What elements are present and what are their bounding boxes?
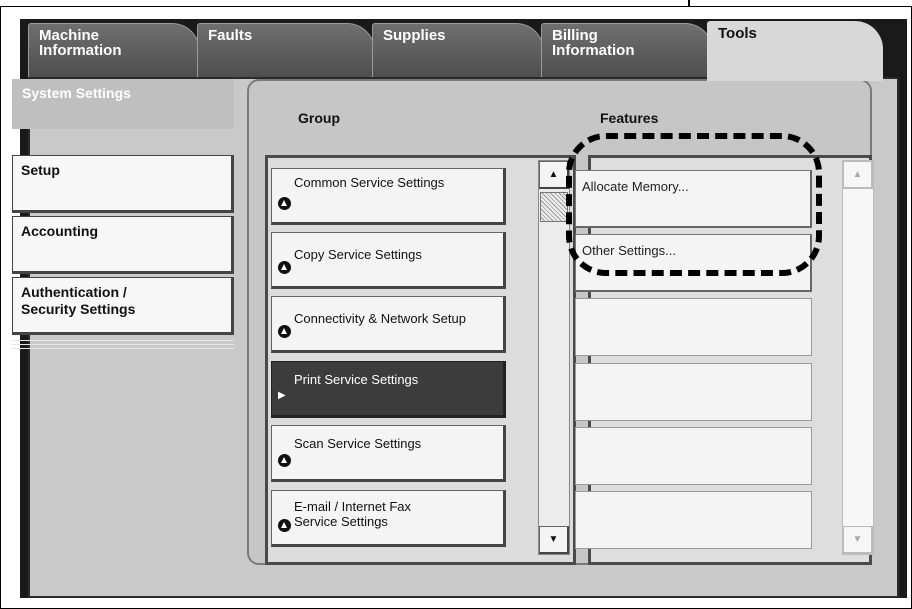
group-item-label: Connectivity & Network Setup <box>294 311 466 326</box>
tab-label-line: Supplies <box>383 27 446 44</box>
right-arrow-icon: ▶ <box>278 390 286 401</box>
group-item-email-internet-fax-settings[interactable]: E-mail / Internet Fax Service Settings <box>271 490 506 547</box>
group-item-label: E-mail / Internet Fax <box>294 499 412 514</box>
feature-item-empty <box>575 427 812 485</box>
tab-label-line: Tools <box>718 25 757 42</box>
group-item-label: Print Service Settings <box>294 372 419 387</box>
tab-machine-information[interactable]: Machine Information <box>28 23 200 79</box>
feature-item-empty <box>575 298 812 356</box>
sidebar-divider <box>12 348 234 349</box>
tab-label-line: Machine <box>39 27 100 44</box>
up-triangle-circle-icon <box>278 261 291 274</box>
features-scroll-down-button: ▼ <box>843 526 873 554</box>
group-item-label: Service Settings <box>294 514 388 529</box>
top-tick <box>688 0 690 7</box>
tab-label-line: Billing <box>552 27 598 44</box>
sidebar-header: System Settings <box>12 79 234 129</box>
group-item-label: Scan Service Settings <box>294 436 422 451</box>
group-scroll-thumb[interactable] <box>540 192 568 222</box>
up-arrow-icon: ▲ <box>548 169 559 180</box>
sidebar-item-label: Accounting <box>21 223 98 239</box>
features-column-title: Features <box>600 110 659 126</box>
tab-billing-information[interactable]: Billing Information <box>541 23 713 79</box>
tab-faults[interactable]: Faults <box>197 23 375 79</box>
tab-label-line: Information <box>552 42 635 59</box>
group-scroll-down-button[interactable]: ▼ <box>539 526 569 554</box>
feature-item-empty <box>575 491 812 549</box>
down-arrow-icon: ▼ <box>852 534 863 545</box>
group-item-print-service-settings[interactable]: ▶ Print Service Settings <box>271 361 506 418</box>
tab-tools[interactable]: Tools <box>707 21 883 81</box>
feature-item-label: Other Settings... <box>582 243 676 258</box>
features-scrollbar <box>842 160 874 555</box>
up-arrow-icon: ▲ <box>852 169 863 180</box>
sidebar-divider <box>12 340 234 341</box>
tab-supplies[interactable]: Supplies <box>372 23 544 79</box>
sidebar-item-label: Setup <box>21 162 60 178</box>
group-item-common-service-settings[interactable]: Common Service Settings <box>271 168 506 225</box>
up-triangle-circle-icon <box>278 325 291 338</box>
down-arrow-icon: ▼ <box>548 534 559 545</box>
sidebar-item-label: Authentication / <box>21 284 127 300</box>
group-item-copy-service-settings[interactable]: Copy Service Settings <box>271 232 506 289</box>
sidebar-item-accounting[interactable]: Accounting <box>12 216 234 274</box>
sidebar-item-setup[interactable]: Setup <box>12 155 234 213</box>
top-border <box>0 0 912 7</box>
group-item-label: Copy Service Settings <box>294 247 422 262</box>
group-column-title: Group <box>298 110 340 126</box>
up-triangle-circle-icon <box>278 519 291 532</box>
group-scroll-up-button[interactable]: ▲ <box>539 161 569 189</box>
up-triangle-circle-icon <box>278 454 291 467</box>
feature-item-allocate-memory[interactable]: Allocate Memory... <box>575 170 812 228</box>
tab-label-line: Information <box>39 42 122 59</box>
feature-item-other-settings[interactable]: Other Settings... <box>575 234 812 292</box>
tab-label-line: Faults <box>208 27 253 44</box>
feature-item-label: Allocate Memory... <box>582 179 689 194</box>
group-item-connectivity-network-setup[interactable]: Connectivity & Network Setup <box>271 296 506 353</box>
features-scroll-up-button: ▲ <box>843 161 873 189</box>
feature-item-empty <box>575 363 812 421</box>
sidebar-divider <box>12 344 234 345</box>
up-triangle-circle-icon <box>278 197 291 210</box>
group-item-scan-service-settings[interactable]: Scan Service Settings <box>271 425 506 482</box>
sidebar-item-authentication-security[interactable]: Authentication / Security Settings <box>12 277 234 335</box>
group-item-label: Common Service Settings <box>294 175 445 190</box>
sidebar-item-label: Security Settings <box>21 301 136 317</box>
